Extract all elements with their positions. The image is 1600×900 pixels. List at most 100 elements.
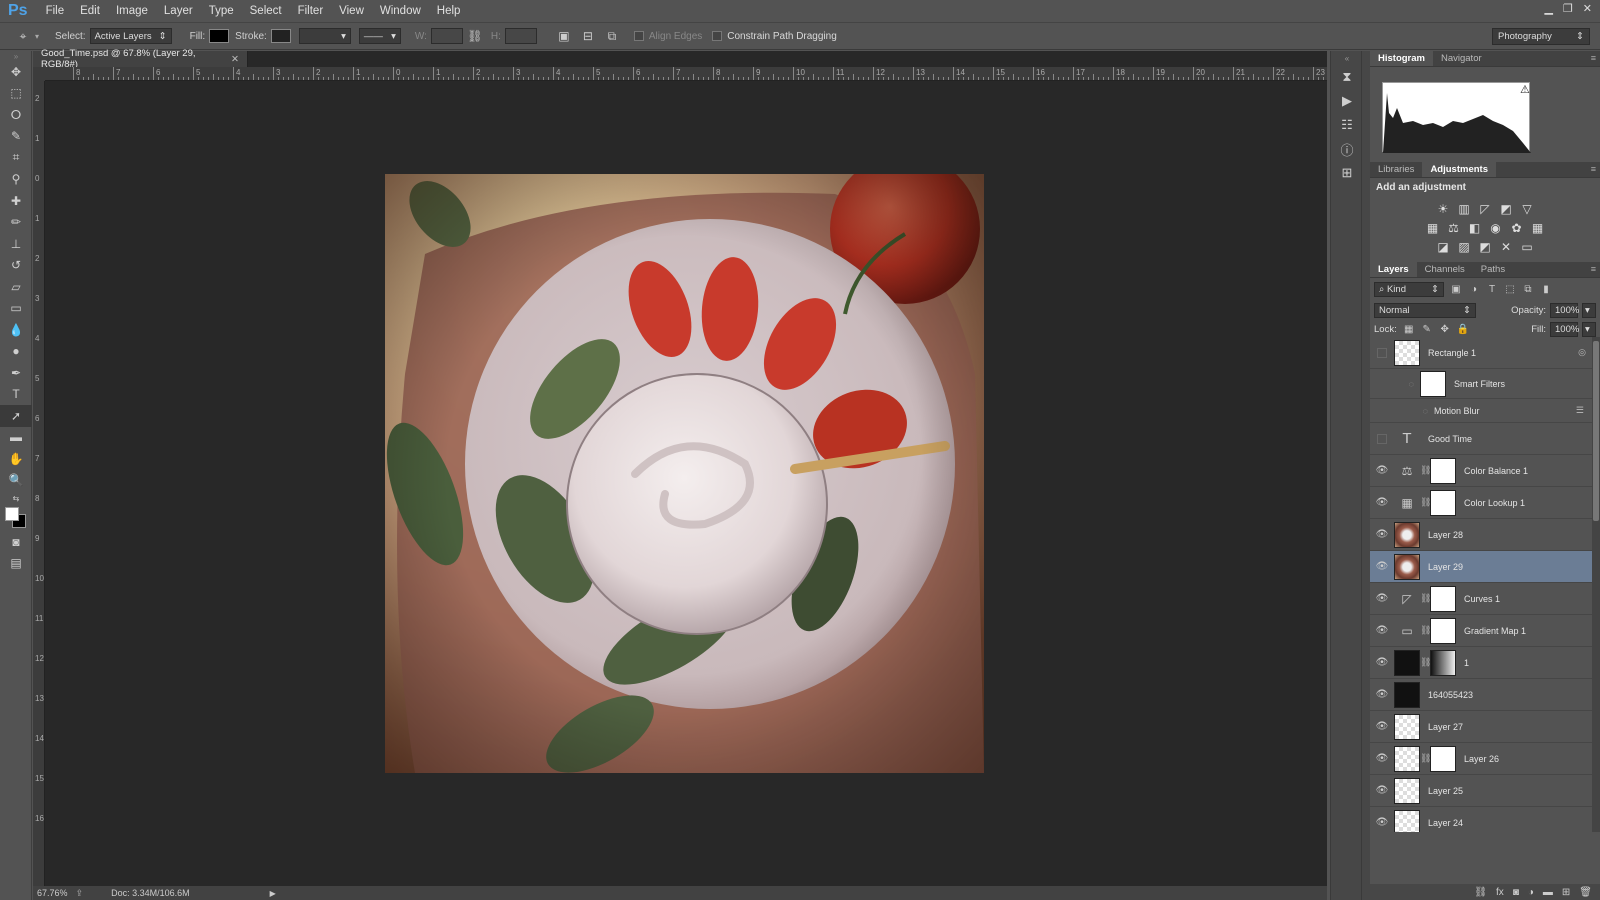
close-icon[interactable]: ✕ [1583, 2, 1592, 15]
gradient-map-icon[interactable]: ▭ [1520, 239, 1535, 254]
filter-type-icon[interactable]: T [1486, 284, 1498, 295]
dodge-tool-icon[interactable]: ● [0, 341, 32, 363]
stroke-width-field[interactable]: ▾ [298, 28, 351, 44]
path-select-tool-icon[interactable]: ⌖ [14, 27, 32, 45]
add-mask-icon[interactable]: ◙ [1513, 887, 1519, 898]
menu-type[interactable]: Type [201, 5, 242, 17]
link-icon[interactable]: ⛓ [1420, 625, 1431, 636]
filter-smart-object-icon[interactable]: ⧉ [1522, 284, 1534, 295]
layer-row[interactable]: 👁 ⛓ Layer 26 [1370, 743, 1592, 775]
panel-menu-icon[interactable]: ≡ [1591, 53, 1596, 63]
layer-row[interactable]: 👁 Layer 24 [1370, 807, 1592, 832]
link-icon[interactable]: ⛓ [1420, 465, 1431, 476]
vertical-ruler[interactable]: 2 1 0 1 2 3 4 5 6 7 8 9 10 11 12 13 14 15 16 [33, 81, 45, 886]
history-brush-tool-icon[interactable]: ↺ [0, 255, 32, 277]
menu-edit[interactable]: Edit [72, 5, 108, 17]
status-menu-arrow-icon[interactable]: ▶ [270, 889, 276, 898]
tab-channels[interactable]: Channels [1417, 262, 1473, 277]
minimize-icon[interactable]: ▁ [1544, 2, 1552, 15]
collapse-strip-icon[interactable]: « [1331, 51, 1363, 65]
restore-icon[interactable]: ❐ [1563, 2, 1573, 15]
gradient-tool-icon[interactable]: ▭ [0, 298, 32, 320]
visibility-toggle[interactable] [1370, 347, 1394, 358]
smart-filters-row[interactable]: ◌ Smart Filters [1370, 369, 1592, 399]
menu-window[interactable]: Window [372, 5, 429, 17]
properties-icon[interactable]: ☷ [1331, 113, 1363, 137]
link-layers-icon[interactable]: ⛓ [1474, 887, 1487, 898]
actions-play-icon[interactable]: ▶ [1331, 89, 1363, 113]
layer-mask-thumbnail[interactable] [1430, 745, 1456, 772]
eye-icon[interactable]: 👁 [1370, 497, 1394, 508]
link-icon[interactable]: ⛓ [1420, 593, 1431, 604]
constrain-checkbox[interactable] [712, 31, 723, 41]
history-icon[interactable]: ⧗ [1331, 65, 1363, 89]
menu-layer[interactable]: Layer [156, 5, 201, 17]
canvas-image[interactable] [385, 174, 984, 773]
link-icon[interactable]: ⛓ [466, 27, 484, 45]
menu-file[interactable]: File [38, 5, 73, 17]
swap-colors-icon[interactable]: ⇆ [0, 491, 32, 505]
kind-filter-dropdown[interactable]: ⌕ Kind ⇕ [1374, 282, 1444, 297]
visibility-eye-icon[interactable]: ◌ [1370, 379, 1414, 389]
brush-tool-icon[interactable]: ✏ [0, 212, 32, 234]
brightness-icon[interactable]: ☀ [1436, 201, 1451, 216]
crop-tool-icon[interactable]: ⌗ [0, 147, 32, 169]
channel-mixer-icon[interactable]: ✿ [1509, 220, 1524, 235]
filter-adjustment-icon[interactable]: ◑ [1468, 284, 1480, 295]
eye-icon[interactable]: 👁 [1370, 785, 1394, 796]
lasso-tool-icon[interactable]: ⵔ [0, 104, 32, 126]
new-group-icon[interactable]: ▬ [1543, 887, 1553, 898]
tab-histogram[interactable]: Histogram [1370, 51, 1433, 66]
close-document-icon[interactable]: ✕ [231, 54, 239, 65]
color-lookup-icon[interactable]: ▦ [1530, 220, 1545, 235]
menu-image[interactable]: Image [108, 5, 156, 17]
visibility-toggle[interactable] [1370, 433, 1394, 444]
layer-mask-thumbnail[interactable] [1430, 585, 1456, 612]
path-arrangement-icon[interactable]: ⧉ [603, 27, 621, 45]
motion-blur-row[interactable]: ◌ Motion Blur ☰ [1370, 399, 1592, 423]
filter-pixel-icon[interactable]: ▣ [1450, 284, 1462, 295]
exposure-icon[interactable]: ◩ [1499, 201, 1514, 216]
filter-options-icon[interactable]: ☰ [1576, 405, 1584, 416]
tab-libraries[interactable]: Libraries [1370, 162, 1422, 177]
menu-select[interactable]: Select [242, 5, 290, 17]
selective-color-icon[interactable]: ✕ [1499, 239, 1514, 254]
color-balance-icon[interactable]: ⚖ [1446, 220, 1461, 235]
eye-icon[interactable]: 👁 [1370, 561, 1394, 572]
workspace-dropdown[interactable]: Photography ⇕ [1492, 28, 1590, 45]
tab-adjustments[interactable]: Adjustments [1422, 162, 1496, 177]
visibility-eye-icon[interactable]: ◌ [1370, 406, 1428, 416]
hue-saturation-icon[interactable]: ▦ [1425, 220, 1440, 235]
warning-icon[interactable]: ⚠ [1520, 83, 1530, 96]
opacity-field[interactable]: 100% [1550, 303, 1579, 318]
curves-icon[interactable]: ◸ [1478, 201, 1493, 216]
filter-toggle-icon[interactable]: ▮ [1540, 284, 1552, 295]
layer-row[interactable]: 👁 Layer 28 [1370, 519, 1592, 551]
export-icon[interactable]: ⇪ [76, 888, 84, 899]
layer-row[interactable]: T Good Time [1370, 423, 1592, 455]
horizontal-ruler[interactable]: 8 7 6 5 4 3 2 1 0 1 2 3 4 5 6 7 8 9 10 11 12 13 14 15 16 17 18 19 20… [45, 67, 1327, 81]
eye-icon[interactable]: 👁 [1370, 753, 1394, 764]
layer-row[interactable]: 👁 Layer 25 [1370, 775, 1592, 807]
eye-icon[interactable]: 👁 [1370, 465, 1394, 476]
photo-filter-icon[interactable]: ◉ [1488, 220, 1503, 235]
layer-row[interactable]: 👁 164055423 [1370, 679, 1592, 711]
eye-icon[interactable]: 👁 [1370, 625, 1394, 636]
info-icon[interactable]: ⓘ [1331, 137, 1363, 161]
lock-all-icon[interactable]: 🔒 [1457, 324, 1469, 335]
tab-paths[interactable]: Paths [1473, 262, 1513, 277]
layer-row[interactable]: 👁 ▭ ⛓ Gradient Map 1 [1370, 615, 1592, 647]
rectangle-tool-icon[interactable]: ▬ [0, 427, 32, 449]
link-icon[interactable]: ⛓ [1420, 657, 1431, 668]
tool-preset-arrow-icon[interactable]: ▾ [35, 32, 39, 41]
type-tool-icon[interactable]: T [0, 384, 32, 406]
opacity-dropdown-icon[interactable]: ▾ [1582, 303, 1596, 318]
hand-tool-icon[interactable]: ✋ [0, 448, 32, 470]
document-tab[interactable]: Good_Time.psd @ 67.8% (Layer 29, RGB/8#)… [33, 48, 248, 70]
layer-row[interactable]: Rectangle 1 ◎ [1370, 337, 1592, 369]
layer-mask-thumbnail[interactable] [1430, 617, 1456, 644]
link-icon[interactable]: ⛓ [1420, 497, 1431, 508]
quick-selection-tool-icon[interactable]: ✎ [0, 126, 32, 148]
color-swatches[interactable] [0, 505, 32, 531]
menu-view[interactable]: View [331, 5, 372, 17]
